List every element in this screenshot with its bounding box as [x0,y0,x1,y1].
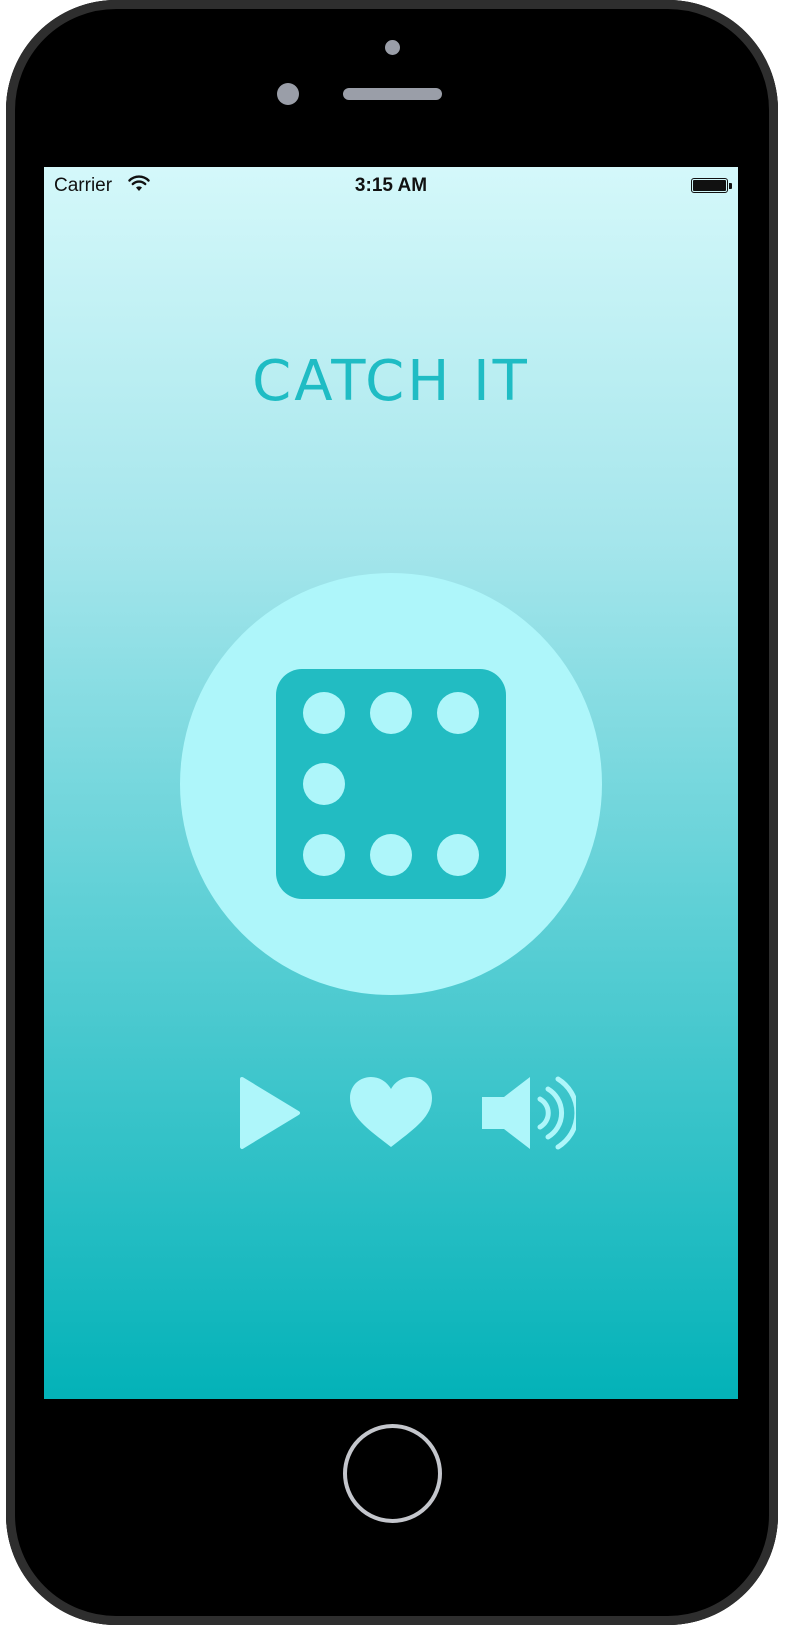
proximity-sensor [277,83,299,105]
earpiece-speaker [343,88,442,100]
home-button[interactable] [343,1424,442,1523]
like-button[interactable] [348,1075,434,1156]
front-camera [385,40,400,55]
battery-tip [729,183,732,189]
heart-icon [350,1077,432,1147]
play-icon [240,1077,300,1149]
status-bar: Carrier 3:15 AM [44,167,738,205]
dice-icon [276,669,506,899]
status-time: 3:15 AM [354,175,428,196]
controls-bar [44,1075,738,1151]
play-button[interactable] [238,1075,302,1156]
dice-button[interactable] [180,573,602,995]
app-title: CATCH IT [252,349,530,414]
sound-button[interactable] [480,1075,580,1156]
speaker-icon [482,1076,580,1150]
app-screen: Carrier 3:15 AM CATCH IT [44,167,738,1399]
battery-full-icon [691,178,728,193]
